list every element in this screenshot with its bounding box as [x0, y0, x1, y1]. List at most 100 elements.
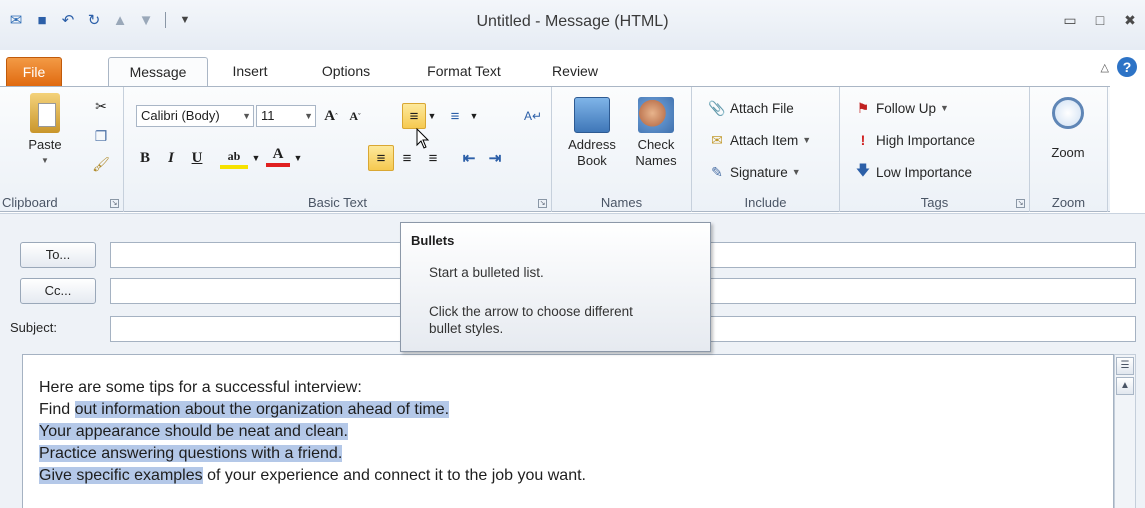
attach-item-button[interactable]: ✉ Attach Item ▼ — [708, 131, 811, 149]
ribbon-tabs: File Message Insert Options Format Text … — [0, 53, 1145, 88]
low-importance-button[interactable]: 🡇 Low Importance — [854, 162, 973, 181]
align-right-button[interactable]: ≡ — [422, 147, 444, 169]
basic-text-launcher-icon[interactable]: ↘ — [538, 199, 547, 208]
tooltip-title: Bullets — [411, 233, 455, 248]
window-controls: ▭ □ ✖ — [1061, 10, 1139, 30]
window-title: Untitled - Message (HTML) — [476, 13, 669, 30]
tooltip-text: bullet styles. — [429, 321, 504, 336]
attach-item-label: Attach Item — [730, 132, 799, 148]
bullets-icon: ≡ — [409, 107, 419, 125]
tooltip-text: Start a bulleted list. — [429, 265, 544, 280]
highlight-dropdown-icon[interactable]: ▼ — [250, 147, 262, 169]
body-line: Find out information about the organizat… — [39, 401, 450, 418]
high-importance-button[interactable]: ! High Importance — [854, 131, 975, 149]
underline-button[interactable]: U — [186, 147, 208, 169]
paste-button[interactable]: Paste ▼ — [18, 93, 72, 169]
decrease-indent-button[interactable]: ⇤ — [458, 147, 480, 169]
tab-review[interactable]: Review — [540, 57, 610, 87]
styles-icon: A↵ — [523, 109, 543, 123]
zoom-group-label: Zoom — [1051, 195, 1086, 210]
body-line: Practice answering questions with a frie… — [39, 445, 343, 462]
bold-button[interactable]: B — [134, 147, 156, 169]
font-size-value: 11 — [261, 108, 275, 123]
address-book-button[interactable]: Address Book — [562, 97, 622, 169]
to-button[interactable]: To... — [20, 242, 96, 268]
zoom-button[interactable]: Zoom — [1040, 97, 1096, 161]
increase-indent-icon: ⇥ — [488, 150, 502, 167]
paste-dropdown-icon[interactable]: ▼ — [18, 153, 72, 169]
increase-indent-button[interactable]: ⇥ — [484, 147, 506, 169]
help-icon[interactable]: ? — [1117, 57, 1137, 77]
grow-font-button[interactable]: Aˆ — [320, 105, 342, 127]
bullets-tooltip: Bullets Start a bulleted list. Click the… — [400, 222, 711, 352]
attach-item-dropdown-icon[interactable]: ▼ — [802, 135, 811, 145]
clipboard-launcher-icon[interactable]: ↘ — [110, 199, 119, 208]
address-book-icon — [574, 97, 610, 133]
check-names-button[interactable]: Check Names — [626, 97, 686, 169]
tab-format-text[interactable]: Format Text — [412, 57, 516, 87]
tags-group: ⚑ Follow Up ▼ ! High Importance 🡇 Low Im… — [840, 87, 1030, 212]
font-color-button[interactable]: A — [266, 145, 290, 167]
tab-insert[interactable]: Insert — [222, 57, 278, 87]
italic-button[interactable]: I — [160, 147, 182, 169]
numbering-button[interactable]: ≡ — [444, 105, 466, 127]
follow-up-dropdown-icon[interactable]: ▼ — [940, 103, 949, 113]
bullets-dropdown-icon[interactable]: ▼ — [426, 105, 438, 127]
tab-right-controls: △ ? — [1101, 57, 1137, 77]
tags-launcher-icon[interactable]: ↘ — [1016, 199, 1025, 208]
minimize-icon[interactable]: ▭ — [1061, 10, 1079, 30]
minimize-ribbon-icon[interactable]: △ — [1101, 61, 1109, 74]
cc-button[interactable]: Cc... — [20, 278, 96, 304]
title-bar: ✉ ■ ↶ ↻ ▲ ▼ ▼ Untitled - Message (HTML) … — [0, 0, 1145, 50]
shrink-font-button[interactable]: Aˇ — [344, 105, 366, 127]
body-line: Here are some tips for a successful inte… — [39, 379, 362, 396]
styles-button[interactable]: A↵ — [522, 105, 544, 127]
font-name-dropdown-icon[interactable]: ▼ — [242, 106, 251, 126]
clipboard-group: Paste ▼ ✂ ❐ 🖌 Clipboard ↘ — [0, 87, 124, 212]
paperclip-icon: 📎 — [708, 99, 726, 116]
high-importance-label: High Importance — [876, 132, 976, 148]
tab-options[interactable]: Options — [304, 57, 388, 87]
copy-icon: ❐ — [94, 127, 108, 144]
cut-button[interactable]: ✂ — [92, 97, 110, 115]
include-group: 📎 Attach File ✉ Attach Item ▼ ✎ Signatur… — [692, 87, 840, 212]
exclamation-icon: ! — [860, 132, 866, 148]
down-arrow-icon: 🡇 — [855, 162, 871, 178]
scroll-up-icon[interactable]: ▲ — [1116, 377, 1134, 395]
signature-dropdown-icon[interactable]: ▼ — [792, 167, 801, 177]
bullets-button[interactable]: ≡ — [402, 103, 426, 129]
paste-label: Paste — [28, 137, 62, 152]
font-color-dropdown-icon[interactable]: ▼ — [292, 147, 304, 169]
flag-icon: ⚑ — [856, 99, 870, 116]
format-painter-button[interactable]: 🖌 — [92, 155, 110, 173]
highlighter-icon: ab — [227, 148, 241, 163]
format-painter-icon: 🖌 — [92, 155, 110, 172]
scissors-icon: ✂ — [95, 97, 107, 114]
font-size-combo[interactable]: 11 ▼ — [256, 105, 316, 127]
follow-up-button[interactable]: ⚑ Follow Up ▼ — [854, 99, 949, 117]
font-size-dropdown-icon[interactable]: ▼ — [304, 106, 313, 126]
attach-file-button[interactable]: 📎 Attach File — [708, 99, 794, 117]
names-group-label: Names — [600, 195, 643, 210]
clipboard-group-label: Clipboard — [2, 195, 58, 210]
body-line: Your appearance should be neat and clean… — [39, 423, 348, 440]
magnifier-icon — [1052, 97, 1084, 129]
align-center-icon: ≡ — [402, 149, 412, 167]
close-icon[interactable]: ✖ — [1121, 10, 1139, 30]
align-left-button[interactable]: ≡ — [368, 145, 394, 171]
paste-icon — [30, 93, 60, 133]
vertical-scrollbar[interactable]: ☰ ▲ — [1114, 354, 1136, 508]
signature-button[interactable]: ✎ Signature ▼ — [708, 163, 801, 181]
scroll-split-icon[interactable]: ☰ — [1116, 357, 1134, 375]
highlight-button[interactable]: ab — [220, 147, 248, 169]
center-button[interactable]: ≡ — [396, 147, 418, 169]
maximize-icon[interactable]: □ — [1091, 10, 1109, 30]
message-body[interactable]: Here are some tips for a successful inte… — [22, 354, 1114, 508]
font-name-combo[interactable]: Calibri (Body) ▼ — [136, 105, 254, 127]
copy-button[interactable]: ❐ — [92, 127, 110, 145]
tab-message[interactable]: Message — [108, 57, 208, 88]
tab-file[interactable]: File — [6, 57, 62, 87]
tooltip-text: Click the arrow to choose different — [429, 304, 633, 319]
low-importance-label: Low Importance — [876, 164, 973, 180]
numbering-dropdown-icon[interactable]: ▼ — [468, 105, 480, 127]
